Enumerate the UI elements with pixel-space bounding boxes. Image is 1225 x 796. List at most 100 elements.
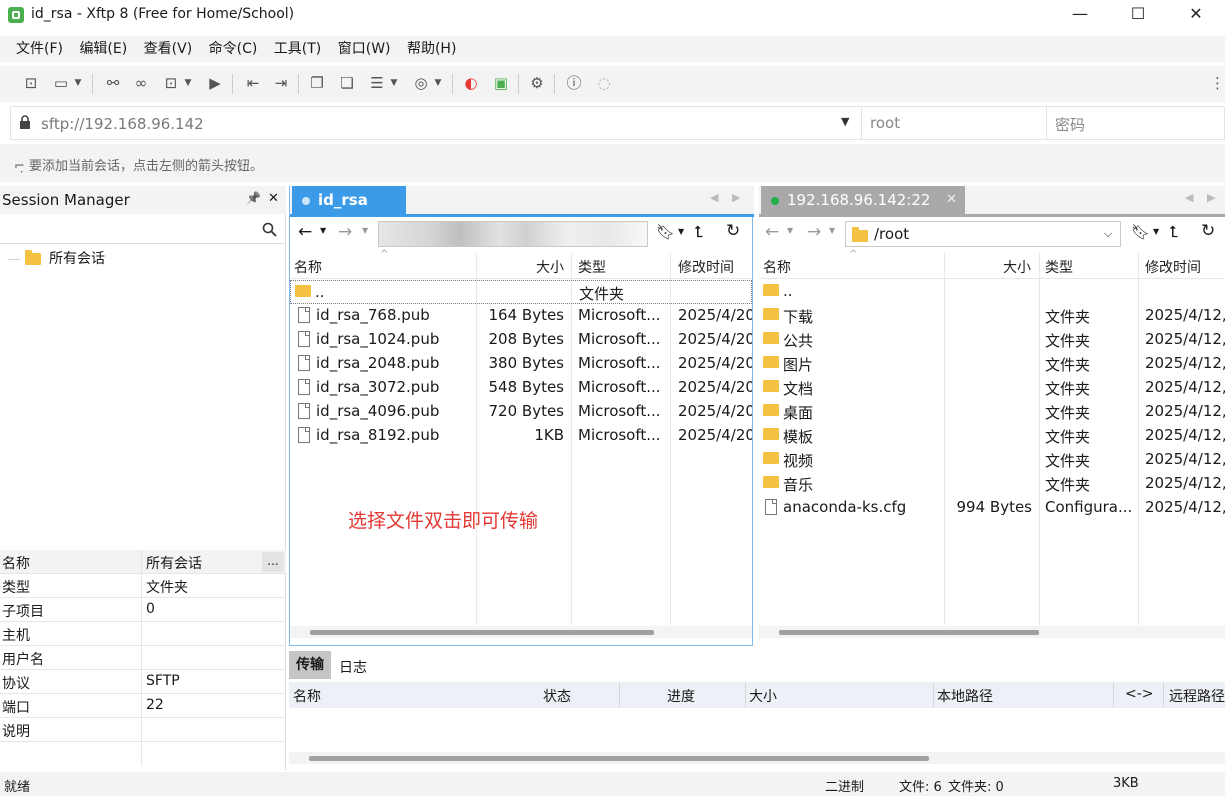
list-item[interactable]: 桌面 文件夹 2025/4/12, (759, 400, 1225, 424)
xshell-icon[interactable]: ◐ (460, 72, 482, 94)
add-session-arrow-icon[interactable]: ⌐̣ (14, 159, 29, 174)
col-name[interactable]: 名称 (763, 257, 791, 277)
password-field[interactable]: 密码 (1046, 107, 1225, 139)
bookmark-dropdown-icon[interactable]: ▼ (678, 227, 684, 236)
more-options-icon[interactable]: ⋮ (1210, 72, 1225, 94)
search-icon[interactable] (262, 222, 277, 237)
col-name[interactable]: 名称 (294, 257, 322, 277)
maximize-button[interactable]: ☐ (1108, 0, 1168, 30)
list-item[interactable]: id_rsa_1024.pub 208 Bytes Microsoft... 2… (290, 328, 752, 352)
back-dropdown-icon[interactable]: ▼ (320, 226, 326, 235)
list-item[interactable]: id_rsa_2048.pub 380 Bytes Microsoft... 2… (290, 352, 752, 376)
col-size[interactable]: 大小 (536, 257, 564, 277)
col-status[interactable]: 状态 (543, 686, 571, 706)
disconnect-icon[interactable]: ⚯ (102, 72, 124, 94)
menu-command[interactable]: 命令(C) (203, 36, 264, 62)
chat-icon[interactable]: ◌ (593, 72, 615, 94)
bookmark-icon[interactable]: 🔖︎ (656, 223, 675, 241)
open-folder-icon[interactable]: ▭ (50, 72, 72, 94)
col-mtime[interactable]: 修改时间 (1145, 257, 1201, 277)
view-dropdown-icon[interactable]: ▼ (388, 72, 400, 94)
minimize-button[interactable]: — (1050, 0, 1110, 30)
tab-scroll-left-icon[interactable]: ◀ (1185, 191, 1193, 204)
tab-transfer[interactable]: 传输 (289, 651, 331, 679)
menu-edit[interactable]: 编辑(E) (73, 36, 133, 62)
remote-path-input[interactable]: /root ⌵ (845, 221, 1121, 247)
local-path-input[interactable] (378, 221, 648, 247)
tab-close-icon[interactable]: ✕ (946, 186, 957, 214)
list-item[interactable]: 下载 文件夹 2025/4/12, (759, 304, 1225, 328)
new-folder-icon[interactable]: ❏ (336, 72, 358, 94)
list-item[interactable]: anaconda-ks.cfg 994 Bytes Configura... 2… (759, 496, 1225, 520)
forward-dropdown-icon[interactable]: ▼ (362, 226, 368, 235)
transfer-horizontal-scrollbar[interactable] (289, 752, 1225, 764)
tab-log[interactable]: 日志 (339, 657, 367, 677)
session-search-input[interactable] (0, 216, 286, 244)
tree-item-all-sessions[interactable]: 所有会话 (49, 251, 105, 267)
forward-arrow-icon[interactable]: → (338, 222, 352, 242)
close-button[interactable]: ✕ (1166, 0, 1225, 30)
refresh-icon[interactable]: ↻ (1201, 221, 1215, 241)
open-dropdown-icon[interactable]: ▼ (72, 72, 84, 94)
scrollbar-thumb[interactable] (310, 630, 654, 635)
properties-dropdown-icon[interactable]: ▼ (182, 72, 194, 94)
col-type[interactable]: 类型 (578, 257, 606, 277)
username-field[interactable]: root (861, 107, 1046, 139)
session-properties-icon[interactable]: ⊡ (160, 72, 182, 94)
list-item[interactable]: 模板 文件夹 2025/4/12, (759, 424, 1225, 448)
list-item[interactable]: id_rsa_4096.pub 720 Bytes Microsoft... 2… (290, 400, 752, 424)
help-icon[interactable]: ⓘ (563, 72, 585, 94)
list-item-parent[interactable]: .. 文件夹 (290, 280, 752, 304)
copy-icon[interactable]: ❐ (306, 72, 328, 94)
transfer-icon[interactable]: ▶ (204, 72, 226, 94)
list-item[interactable]: 图片 文件夹 2025/4/12, (759, 352, 1225, 376)
transfer-mode[interactable]: 二进制 (825, 776, 864, 795)
list-item[interactable]: 公共 文件夹 2025/4/12, (759, 328, 1225, 352)
tab-remote-host[interactable]: 192.168.96.142:22 ✕ (761, 186, 965, 214)
back-arrow-icon[interactable]: ← (765, 222, 779, 242)
tab-local-id-rsa[interactable]: id_rsa (292, 186, 406, 214)
col-name[interactable]: 名称 (293, 686, 321, 706)
menu-file[interactable]: 文件(F) (10, 36, 69, 62)
col-local-path[interactable]: 本地路径 (937, 686, 993, 706)
list-item[interactable]: 文档 文件夹 2025/4/12, (759, 376, 1225, 400)
chevron-down-icon[interactable]: ⌵ (1104, 227, 1112, 241)
bookmark-dropdown-icon[interactable]: ▼ (1153, 227, 1159, 236)
host-address-input[interactable]: sftp://192.168.96.142 (41, 115, 204, 133)
forward-dropdown-icon[interactable]: ▼ (829, 226, 835, 235)
menu-view[interactable]: 查看(V) (138, 36, 199, 62)
tab-scroll-left-icon[interactable]: ◀ (710, 191, 718, 204)
panel-close-icon[interactable]: ✕ (268, 191, 279, 206)
list-item[interactable]: 音乐 文件夹 2025/4/12, (759, 472, 1225, 496)
properties-menu-button[interactable]: ... (262, 552, 284, 572)
encoding-dropdown-icon[interactable]: ▼ (432, 72, 444, 94)
forward-arrow-icon[interactable]: → (807, 222, 821, 242)
scrollbar-thumb[interactable] (309, 756, 929, 761)
tab-scroll-right-icon[interactable]: ▶ (732, 191, 740, 204)
reconnect-icon[interactable]: ∞ (130, 72, 152, 94)
new-session-icon[interactable]: ⊡ (20, 72, 42, 94)
list-item[interactable]: 视频 文件夹 2025/4/12, (759, 448, 1225, 472)
xftp-icon[interactable]: ▣ (490, 72, 512, 94)
chevron-down-icon[interactable]: ▼ (841, 115, 849, 128)
parent-folder-icon[interactable]: ⮤ (1169, 222, 1178, 242)
col-size[interactable]: 大小 (1003, 257, 1031, 277)
back-dropdown-icon[interactable]: ▼ (787, 226, 793, 235)
local-horizontal-scrollbar[interactable] (290, 626, 752, 638)
refresh-icon[interactable]: ↻ (726, 221, 740, 241)
parent-folder-icon[interactable]: ⮤ (694, 222, 703, 242)
scrollbar-thumb[interactable] (779, 630, 1039, 635)
pin-icon[interactable]: 📌 (246, 191, 261, 205)
menu-tools[interactable]: 工具(T) (268, 36, 327, 62)
remote-horizontal-scrollbar[interactable] (759, 626, 1225, 638)
col-type[interactable]: 类型 (1045, 257, 1073, 277)
download-icon[interactable]: ⇥ (270, 72, 292, 94)
list-item[interactable]: id_rsa_3072.pub 548 Bytes Microsoft... 2… (290, 376, 752, 400)
col-remote-path[interactable]: 远程路径 (1169, 686, 1225, 706)
col-size[interactable]: 大小 (749, 686, 777, 706)
col-progress[interactable]: 进度 (667, 686, 695, 706)
tab-scroll-right-icon[interactable]: ▶ (1207, 191, 1215, 204)
list-item-parent[interactable]: .. (759, 280, 1225, 304)
list-item[interactable]: id_rsa_8192.pub 1KB Microsoft... 2025/4/… (290, 424, 752, 448)
col-mtime[interactable]: 修改时间 (678, 257, 734, 277)
